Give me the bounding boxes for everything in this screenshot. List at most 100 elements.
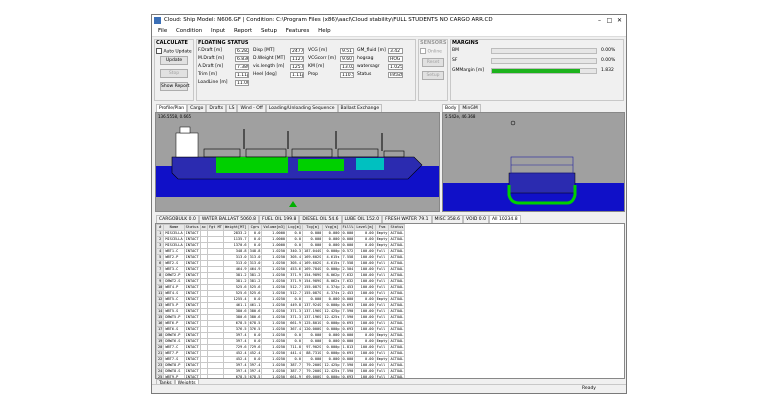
tab-summary-6[interactable]: MISC 358.6 bbox=[431, 215, 464, 223]
column-header[interactable]: Volume[m3] bbox=[261, 224, 288, 231]
table-cell: 12.425p bbox=[322, 308, 342, 315]
table-row[interactable]: 21 WBT7.P INTACT 452.4 452.4 1.0250 441.4 88.73… bbox=[156, 350, 406, 357]
checkbox-icon bbox=[420, 48, 426, 54]
tab-body-1[interactable]: MinGM bbox=[459, 104, 481, 112]
tab-view-1[interactable]: Cargo bbox=[187, 104, 207, 112]
tab-view-5[interactable]: Loading/Unloading Sequence bbox=[265, 104, 338, 112]
floating-value: 11270 bbox=[290, 56, 304, 62]
online-checkbox[interactable]: Online bbox=[420, 48, 442, 56]
table-cell: INTACT bbox=[183, 302, 201, 309]
table-row[interactable]: 23 DBWT8.P INTACT 397.4 397.4 1.0250 387.7 79.2… bbox=[156, 362, 406, 369]
menu-input[interactable]: Input bbox=[211, 28, 225, 34]
table-row[interactable]: 16 WBT6.P INTACT 678.5 678.5 1.0250 661.9 125.8… bbox=[156, 320, 406, 327]
table-cell: ACTUAL bbox=[388, 344, 406, 351]
reset-button[interactable]: Reset bbox=[422, 58, 444, 67]
tab-summary-7[interactable]: VOID 0.0 bbox=[463, 215, 489, 223]
tab-view-6[interactable]: Ballast Exchange bbox=[337, 104, 383, 112]
table-row[interactable]: 13 WBT5.P INTACT 461.1 461.1 1.0250 449.8 137.9… bbox=[156, 302, 406, 309]
table-row[interactable]: 10 WBT4.P INTACT 525.6 525.6 1.0250 512.7 155.0… bbox=[156, 284, 406, 291]
table-cell: ACTUAL bbox=[388, 320, 406, 327]
table-row[interactable]: 20 WBT7.C INTACT 729.6 729.6 1.0250 711.8 97.90… bbox=[156, 344, 406, 351]
tab-summary-3[interactable]: DIESEL OIL 54.6 bbox=[299, 215, 342, 223]
column-header[interactable]: Weight[MT] bbox=[222, 224, 249, 231]
table-row[interactable]: 2 MISCELLA INTACT 1135.7 0.0 1.0000 0.0 0.000 0.… bbox=[156, 236, 406, 243]
table-row[interactable]: 11 WBT4.S INTACT 525.6 525.6 1.0250 512.7 155.0… bbox=[156, 290, 406, 297]
table-row[interactable]: 22 WBT7.S INTACT 452.4 0.0 1.0250 0.0 0.000 0.00… bbox=[156, 356, 406, 363]
column-header[interactable]: Fill% bbox=[340, 224, 356, 231]
table-cell: 12.425s bbox=[322, 314, 342, 321]
tab-view-2[interactable]: Drafts bbox=[206, 104, 227, 112]
column-header[interactable]: Level[m] bbox=[354, 224, 376, 231]
column-header[interactable]: Vcg[m] bbox=[322, 224, 342, 231]
table-row[interactable]: 6 WBT2.S INTACT 313.0 313.0 1.0250 305.4 169.60… bbox=[156, 260, 406, 267]
table-cell: 0.693 bbox=[340, 302, 356, 309]
table-row[interactable]: 15 DBWT5.P INTACT 380.6 380.6 1.0250 371.3 137.… bbox=[156, 314, 406, 321]
table-row[interactable]: 19 DBWT6.S INTACT 397.4 0.0 1.0250 0.0 0.000 0.0… bbox=[156, 338, 406, 345]
tab-summary-0[interactable]: CARGOBULK 0.0 bbox=[156, 215, 199, 223]
tab-summary-8[interactable]: All 10234.8 bbox=[488, 215, 521, 223]
update-button[interactable]: Update bbox=[160, 56, 188, 65]
close-button[interactable]: ✕ bbox=[615, 16, 624, 25]
tab-body-0[interactable]: Body bbox=[442, 104, 460, 112]
tab-view-0[interactable]: Profile/Plan bbox=[156, 104, 188, 112]
tab-summary-1[interactable]: WATER BALLAST 5060.8 bbox=[198, 215, 260, 223]
column-header[interactable]: Status bbox=[183, 224, 201, 231]
menu-file[interactable]: File bbox=[158, 28, 167, 34]
tank-table: # Name Status ac Fgt MT Weight[MT] Cgrs Volume[… bbox=[156, 224, 406, 378]
auto-update-checkbox[interactable]: Auto Update bbox=[156, 48, 192, 56]
table-cell: 380.6 bbox=[247, 308, 263, 315]
column-header[interactable]: Lcg[m] bbox=[286, 224, 304, 231]
floating-status-title: FLOATING STATUS bbox=[198, 40, 249, 46]
table-cell: 7.590 bbox=[340, 314, 356, 321]
column-header[interactable]: Status bbox=[388, 224, 406, 231]
table-cell: 0.000 bbox=[340, 242, 356, 249]
tank-table-container[interactable]: # Name Status ac Fgt MT Weight[MT] Cgrs Volume[… bbox=[155, 223, 625, 379]
tab-summary-5[interactable]: FRESH WATER 79.1 bbox=[382, 215, 432, 223]
table-row[interactable]: 1 MISCELLA INTACT 2833.2 0.0 1.0000 0.0 0.000 0.… bbox=[156, 230, 406, 237]
tab-view-3[interactable]: LS bbox=[226, 104, 238, 112]
table-row[interactable]: 14 WBT5.S INTACT 380.6 380.6 1.0250 371.3 137.1… bbox=[156, 308, 406, 315]
column-header[interactable]: Fgt MT bbox=[206, 224, 224, 231]
menu-features[interactable]: Features bbox=[286, 28, 310, 34]
body-view[interactable]: 5.542e, 46.368 bbox=[442, 112, 625, 212]
table-cell: ACTUAL bbox=[388, 272, 406, 279]
floating-value: 6.836 bbox=[235, 56, 249, 62]
profile-plan-view[interactable]: 136.5558, 0.665 bbox=[155, 112, 440, 212]
table-row[interactable]: 12 WBT5.C INTACT 1255.4 0.0 1.0250 0.0 0.000 0.0… bbox=[156, 296, 406, 303]
menu-condition[interactable]: Condition bbox=[176, 28, 202, 34]
margin-value: 1.832 bbox=[601, 68, 614, 73]
table-row[interactable]: 5 WBT2.P INTACT 313.0 313.0 1.0250 305.4 169.60… bbox=[156, 254, 406, 261]
table-cell: 155.087S bbox=[302, 290, 324, 297]
table-cell: 461.1 bbox=[247, 302, 263, 309]
table-cell: ACTUAL bbox=[388, 296, 406, 303]
maximize-button[interactable]: □ bbox=[605, 16, 614, 25]
menu-report[interactable]: Report bbox=[234, 28, 252, 34]
table-cell: Empty bbox=[374, 332, 390, 339]
table-row[interactable]: 7 WBT3.C INTACT 464.9 464.9 1.0250 453.6 169.78… bbox=[156, 266, 406, 273]
menu-help[interactable]: Help bbox=[318, 28, 331, 34]
table-cell: 137.196S bbox=[302, 308, 324, 315]
table-cell: 729.6 bbox=[247, 344, 263, 351]
table-row[interactable]: 4 WBT1.C INTACT 348.8 348.8 1.0250 340.3 187.04… bbox=[156, 248, 406, 255]
table-cell: 79.200S bbox=[302, 362, 324, 369]
table-row[interactable]: 3 MISCELLA INTACT 1370.6 0.0 1.0000 0.0 0.000 0.… bbox=[156, 242, 406, 249]
tab-view-4[interactable]: Wind - Off bbox=[237, 104, 266, 112]
menu-setup[interactable]: Setup bbox=[261, 28, 277, 34]
table-row[interactable]: 17 WBT6.S INTACT 376.5 376.5 1.0250 367.4 120.0… bbox=[156, 326, 406, 333]
table-row[interactable]: 8 DBWT2.P INTACT 381.2 381.2 1.0250 371.9 154.9… bbox=[156, 272, 406, 279]
tab-summary-2[interactable]: FUEL OIL 199.8 bbox=[259, 215, 300, 223]
stop-button[interactable]: Stop bbox=[160, 69, 188, 78]
table-row[interactable]: 9 DBWT2.S INTACT 381.2 381.2 1.0250 371.9 154.9… bbox=[156, 278, 406, 285]
table-cell: ACTUAL bbox=[388, 248, 406, 255]
floating-value: 125.08 bbox=[290, 64, 304, 70]
table-cell: 0.000 bbox=[340, 230, 356, 237]
table-cell: ACTUAL bbox=[388, 260, 406, 267]
setup-button[interactable]: Setup bbox=[422, 71, 444, 80]
table-cell: Empty bbox=[374, 236, 390, 243]
table-row[interactable]: 24 DBWT8.S INTACT 397.4 397.4 1.0250 387.7 79.2… bbox=[156, 368, 406, 375]
table-row[interactable]: 18 DBWT6.P INTACT 397.4 0.0 1.0250 0.0 0.000 0.0… bbox=[156, 332, 406, 339]
minimize-button[interactable]: – bbox=[595, 16, 604, 25]
calculate-title: CALCULATE bbox=[156, 40, 188, 46]
tab-summary-4[interactable]: LUBE OIL 152.0 bbox=[341, 215, 383, 223]
show-report-button[interactable]: Show Report bbox=[160, 82, 190, 91]
